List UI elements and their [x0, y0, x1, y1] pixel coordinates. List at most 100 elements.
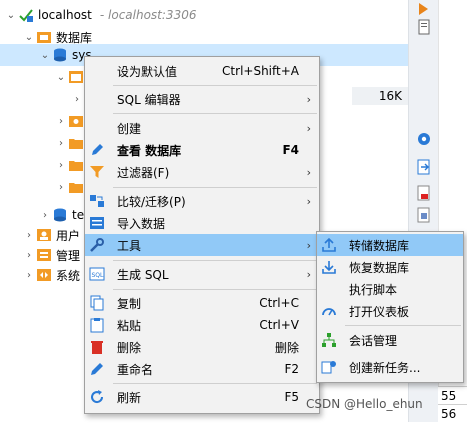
- menu-item-paste[interactable]: 粘贴 Ctrl+V: [85, 314, 319, 336]
- menu-separator: [113, 187, 317, 188]
- menu-item-tools[interactable]: 工具 ›: [85, 234, 319, 256]
- menu-separator: [345, 325, 461, 326]
- host-label: localhost: [38, 8, 92, 22]
- menu-item-create[interactable]: 创建 ›: [85, 117, 319, 139]
- menu-separator: [113, 85, 317, 86]
- menu-item-create-task[interactable]: 创建新任务...: [317, 356, 463, 378]
- delete-icon: [89, 339, 105, 355]
- rename-icon: [89, 361, 105, 377]
- menu-item-set-default[interactable]: 设为默认值 Ctrl+Shift+A: [85, 60, 319, 82]
- menu-label: 刷新: [117, 390, 142, 405]
- manage-icon: [36, 247, 52, 263]
- menu-item-session-manager[interactable]: 会话管理: [317, 329, 463, 351]
- shortcut-label: F2: [284, 362, 299, 376]
- menu-item-open-dashboard[interactable]: 打开仪表板: [317, 300, 463, 322]
- menu-item-run-script[interactable]: 执行脚本: [317, 278, 463, 300]
- menu-item-rename[interactable]: 重命名 F2: [85, 358, 319, 380]
- refresh-icon: [89, 389, 105, 405]
- import-icon: [89, 215, 105, 231]
- databases-label: 数据库: [56, 30, 93, 45]
- menu-item-generate-sql[interactable]: SQL 生成 SQL ›: [85, 263, 319, 285]
- chevron-right-icon[interactable]: ›: [38, 210, 52, 221]
- excel-icon[interactable]: [415, 206, 433, 224]
- export-icon[interactable]: [415, 158, 433, 176]
- menu-label: 过滤器(F): [117, 165, 170, 180]
- shortcut-label: F5: [284, 390, 299, 404]
- menu-label: 粘贴: [117, 318, 142, 333]
- folder-icon: [68, 157, 84, 173]
- chevron-down-icon[interactable]: ⌄: [4, 10, 18, 21]
- export-arrow-icon: [321, 237, 337, 253]
- menu-separator: [113, 289, 317, 290]
- menu-item-view-database[interactable]: 查看 数据库 F4: [85, 139, 319, 161]
- paste-icon: [89, 317, 105, 333]
- chevron-right-icon[interactable]: ›: [22, 230, 36, 241]
- menu-separator: [113, 260, 317, 261]
- network-icon: [321, 332, 337, 348]
- menu-item-refresh[interactable]: 刷新 F5: [85, 386, 319, 408]
- chevron-right-icon[interactable]: ›: [54, 182, 68, 193]
- menu-label: 恢复数据库: [349, 260, 410, 275]
- chevron-right-icon: ›: [306, 267, 311, 281]
- pdf-icon[interactable]: [415, 184, 433, 202]
- chevron-right-icon[interactable]: ›: [54, 116, 68, 127]
- chevron-right-icon[interactable]: ›: [22, 270, 36, 281]
- menu-item-sql-editor[interactable]: SQL 编辑器 ›: [85, 88, 319, 110]
- manage-label: 管理: [56, 248, 81, 263]
- shortcut-label: 删除: [274, 340, 299, 355]
- tree-node-localhost[interactable]: ⌄ localhost - localhost:3306: [0, 4, 408, 26]
- copy-icon: [89, 295, 105, 311]
- chevron-right-icon[interactable]: ›: [54, 138, 68, 149]
- table-size-value: 16K: [352, 87, 408, 105]
- chevron-down-icon[interactable]: ⌄: [54, 72, 68, 83]
- chevron-right-icon[interactable]: ›: [70, 94, 84, 105]
- chevron-right-icon[interactable]: ›: [22, 250, 36, 261]
- menu-label: 执行脚本: [349, 282, 398, 297]
- menu-label: 设为默认值: [117, 64, 178, 79]
- menu-item-restore-database[interactable]: 恢复数据库: [317, 256, 463, 278]
- chevron-right-icon[interactable]: ›: [54, 160, 68, 171]
- menu-separator: [113, 383, 317, 384]
- chevron-right-icon: ›: [306, 194, 311, 208]
- context-menu: 设为默认值 Ctrl+Shift+A SQL 编辑器 › 创建 › 查看 数据库…: [84, 56, 320, 414]
- menu-label: 导入数据: [117, 216, 166, 231]
- users-icon: [36, 227, 52, 243]
- menu-label: 复制: [117, 296, 142, 311]
- svg-text:SQL: SQL: [92, 272, 105, 279]
- tools-icon: [89, 237, 105, 253]
- menu-label: 比较/迁移(P): [117, 194, 186, 209]
- compare-icon: [89, 193, 105, 209]
- menu-item-copy[interactable]: 复制 Ctrl+C: [85, 292, 319, 314]
- te-label: te: [72, 208, 85, 222]
- run-icon[interactable]: [415, 0, 433, 18]
- shortcut-label: F4: [282, 143, 299, 157]
- menu-separator: [113, 113, 317, 114]
- menu-label: 生成 SQL: [117, 267, 169, 282]
- shortcut-label: Ctrl+C: [259, 296, 299, 310]
- menu-label: 转储数据库: [349, 238, 410, 253]
- menu-label: 创建: [117, 121, 142, 136]
- row-number: 55: [438, 386, 467, 404]
- chevron-down-icon[interactable]: ⌄: [22, 32, 36, 43]
- views-folder-icon: [68, 113, 84, 129]
- menu-label: 工具: [117, 238, 142, 253]
- menu-item-dump-database[interactable]: 转储数据库: [317, 234, 463, 256]
- sql-icon: SQL: [89, 266, 105, 282]
- document-icon[interactable]: [415, 18, 433, 36]
- databases-folder-icon: [36, 29, 52, 45]
- menu-label: 会话管理: [349, 333, 398, 348]
- pencil-icon: [89, 142, 105, 158]
- database-icon: [52, 207, 68, 223]
- menu-label: 打开仪表板: [349, 304, 410, 319]
- menu-item-compare[interactable]: 比较/迁移(P) ›: [85, 190, 319, 212]
- menu-item-filter[interactable]: 过滤器(F) ›: [85, 161, 319, 183]
- row-number: 56: [438, 404, 467, 422]
- chevron-down-icon[interactable]: ⌄: [38, 50, 52, 61]
- import-arrow-icon: [321, 259, 337, 275]
- menu-label: 查看 数据库: [117, 143, 182, 158]
- chevron-right-icon: ›: [306, 92, 311, 106]
- gear-icon[interactable]: [415, 130, 433, 148]
- filter-icon: [89, 164, 105, 180]
- menu-item-delete[interactable]: 删除 删除: [85, 336, 319, 358]
- menu-item-import[interactable]: 导入数据: [85, 212, 319, 234]
